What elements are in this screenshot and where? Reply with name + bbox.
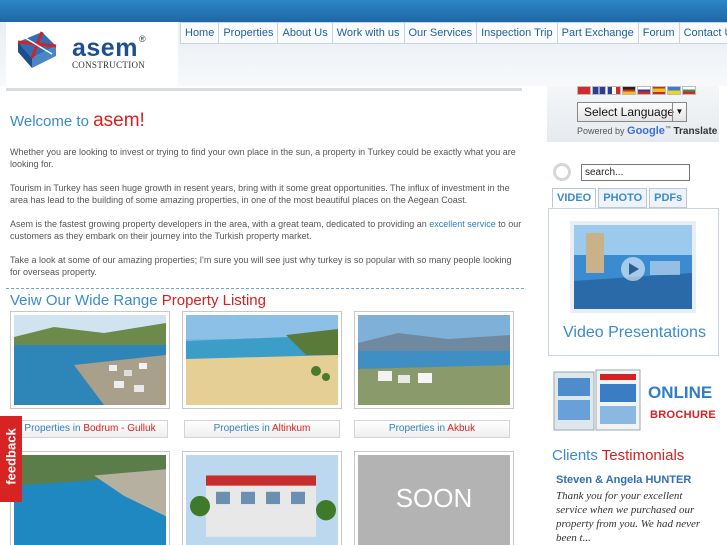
properties-bodrum-link[interactable]: Properties in Bodrum - Gulluk: [12, 420, 168, 438]
top-bar: [0, 0, 727, 22]
nav-forum[interactable]: Forum: [638, 22, 680, 44]
logo-word: asem: [72, 34, 138, 62]
flag-french-icon[interactable]: [607, 86, 621, 95]
nav-part-exchange[interactable]: Part Exchange: [557, 22, 639, 44]
media-tabs: VIDEO PHOTO PDFs: [552, 188, 688, 208]
intro-paragraph-1: Whether you are looking to invest or try…: [10, 147, 516, 169]
logo-mark-icon: [17, 31, 57, 68]
building-photo: [186, 455, 338, 545]
tab-photo[interactable]: PHOTO: [598, 188, 648, 208]
testimonials-blue: Clients: [552, 447, 602, 464]
flag-turkish-icon[interactable]: [577, 86, 591, 95]
main-nav: Home Properties About Us Work with us Ou…: [180, 22, 727, 44]
search-input[interactable]: search...: [581, 164, 690, 181]
powered-by-text: Powered by: [577, 126, 628, 136]
logo-subtitle: CONSTRUCTION: [72, 60, 146, 70]
label-prefix: Properties in: [213, 423, 272, 434]
nav-home[interactable]: Home: [180, 22, 220, 44]
section-divider: [6, 288, 524, 289]
label-place: Bodrum - Gulluk: [83, 423, 156, 434]
flag-bulgarian-icon[interactable]: [682, 86, 696, 95]
label-prefix: Properties in: [388, 423, 448, 434]
bodrum-photo: [14, 315, 166, 405]
label-prefix: Properties in: [24, 423, 84, 434]
flag-ukrainian-icon[interactable]: [667, 86, 681, 95]
tab-video[interactable]: VIDEO: [552, 188, 597, 208]
dropdown-arrow-icon: ▼: [672, 103, 686, 121]
altinkum-photo: [186, 315, 338, 405]
flag-russian-icon[interactable]: [637, 86, 651, 95]
language-flags: [577, 86, 696, 95]
akbuk-photo: [358, 315, 510, 405]
excellent-service-link[interactable]: excellent service: [429, 219, 496, 229]
property-image-5[interactable]: [182, 451, 342, 545]
flag-spanish-icon[interactable]: [652, 86, 666, 95]
intro-paragraph-3: Asem is the fastest growing property dev…: [10, 218, 522, 242]
nav-contact-us[interactable]: Contact Us: [679, 22, 727, 44]
para3-text-a: Asem is the fastest growing property dev…: [10, 219, 430, 229]
soon-placeholder: SOON: [358, 455, 510, 545]
coming-soon-card: SOON: [354, 451, 514, 545]
google-logo: Google: [627, 125, 665, 137]
property-image-altinkum[interactable]: [182, 311, 342, 409]
property-image-4[interactable]: [10, 451, 170, 545]
welcome-brand: asem!: [93, 110, 145, 131]
nav-our-services[interactable]: Our Services: [404, 22, 478, 44]
feedback-tab[interactable]: feedback: [0, 416, 22, 502]
soon-text: SOON: [395, 483, 473, 513]
coast-photo: [14, 455, 166, 545]
testimonial-text: Thank you for your excellent service whe…: [556, 490, 701, 544]
nav-about-us[interactable]: About Us: [278, 22, 333, 44]
tab-pdfs[interactable]: PDFs: [649, 188, 688, 208]
flag-german-icon[interactable]: [622, 86, 636, 95]
nav-properties[interactable]: Properties: [219, 22, 279, 44]
nav-inspection-trip[interactable]: Inspection Trip: [477, 22, 558, 44]
properties-altinkum-link[interactable]: Properties in Altinkum: [184, 420, 340, 438]
header-divider: [6, 88, 522, 91]
video-presentations-title[interactable]: Video Presentations: [549, 324, 720, 342]
nav-work-with-us[interactable]: Work with us: [332, 22, 405, 44]
label-place: Akbuk: [447, 423, 476, 434]
brochure-heading[interactable]: BROCHURE: [650, 409, 716, 421]
brochure-image[interactable]: [552, 368, 644, 434]
registered-mark: ®: [139, 34, 146, 44]
section-title-blue: Veiw Our Wide Range: [10, 292, 162, 309]
property-image-bodrum[interactable]: [10, 311, 170, 409]
trademark-icon: ™: [664, 126, 671, 132]
label-place: Altinkum: [272, 423, 311, 434]
testimonial-author: Steven & Angela HUNTER: [556, 474, 692, 486]
flag-english-icon[interactable]: [592, 86, 606, 95]
select-language-dropdown[interactable]: Select Language ▼: [577, 102, 687, 122]
testimonials-red: Testimonials: [601, 447, 685, 464]
powered-by-google[interactable]: Powered by Google™ Translate: [577, 125, 717, 137]
video-thumbnail[interactable]: [570, 221, 696, 313]
select-language-label: Select Language: [584, 105, 675, 119]
property-image-akbuk[interactable]: [354, 311, 514, 409]
section-title-red: Property Listing: [161, 292, 266, 309]
online-heading[interactable]: ONLINE: [648, 383, 712, 403]
welcome-prefix: Welcome to: [10, 113, 94, 130]
intro-paragraph-2: Tourism in Turkey has seen huge growth i…: [10, 183, 510, 205]
search-icon: [553, 163, 571, 181]
translate-text: Translate: [673, 126, 718, 137]
intro-paragraph-4: Take a look at some of our amazing prope…: [10, 255, 512, 277]
testimonials-heading: Clients Testimonials: [552, 447, 684, 464]
properties-akbuk-link[interactable]: Properties in Akbuk: [354, 420, 510, 438]
feedback-label: feedback: [3, 428, 19, 485]
video-panel: Video Presentations: [548, 208, 719, 356]
property-listing-title: Veiw Our Wide Range Property Listing: [10, 292, 266, 309]
logo[interactable]: asem ® CONSTRUCTION: [6, 22, 178, 86]
welcome-heading: Welcome to asem!: [10, 110, 145, 132]
